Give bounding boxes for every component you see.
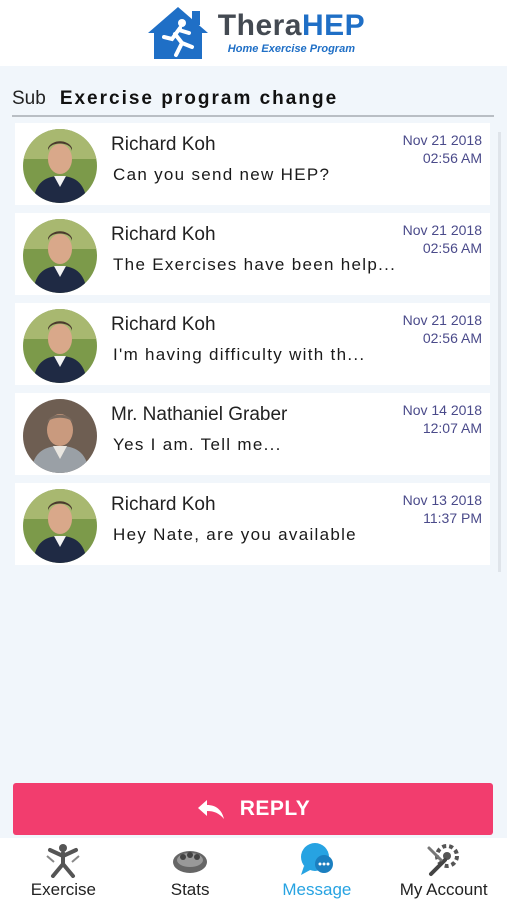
logo-wordmark: TheraHEP <box>217 9 366 42</box>
list-item[interactable]: Richard Koh The Exercises have been help… <box>15 213 490 295</box>
message-date: Nov 21 2018 <box>402 222 482 238</box>
message-time: 02:56 AM <box>422 240 482 256</box>
tab-my-account[interactable]: My Account <box>380 838 507 900</box>
reply-button[interactable]: REPLY <box>13 783 493 835</box>
sender-name: Mr. Nathaniel Graber <box>111 404 288 425</box>
message-preview: Hey Nate, are you available <box>113 525 357 544</box>
message-date: Nov 21 2018 <box>402 132 482 148</box>
logo-subtitle: Home Exercise Program <box>227 43 355 55</box>
message-subject: Sub Exercise program change <box>12 83 494 117</box>
reply-arrow-icon <box>197 800 224 819</box>
list-item[interactable]: Richard Koh Can you send new HEP? Nov 21… <box>15 123 490 205</box>
therahep-logo: TheraHEP Home Exercise Program <box>142 3 365 63</box>
tab-exercise[interactable]: Exercise <box>0 838 127 900</box>
message-date: Nov 13 2018 <box>402 492 482 508</box>
avatar <box>23 399 97 473</box>
subject-label: Sub <box>12 88 46 109</box>
message-preview: Can you send new HEP? <box>113 165 331 184</box>
tab-label: My Account <box>399 880 488 899</box>
message-time: 02:56 AM <box>422 330 482 346</box>
avatar <box>23 219 97 293</box>
tools-icon <box>427 844 459 876</box>
message-icon <box>300 843 333 875</box>
bottom-nav: Exercise Stats Message My Account <box>0 838 507 900</box>
stats-icon <box>173 851 208 873</box>
tab-label: Stats <box>170 880 210 899</box>
reply-label: REPLY <box>239 797 311 820</box>
sender-name: Richard Koh <box>111 494 216 515</box>
app-header: TheraHEP Home Exercise Program <box>0 0 507 66</box>
message-time: 12:07 AM <box>422 420 482 436</box>
message-preview: I'm having difficulty with th... <box>113 345 366 364</box>
message-date: Nov 14 2018 <box>402 402 482 418</box>
sender-name: Richard Koh <box>111 224 216 245</box>
avatar <box>23 309 97 383</box>
list-item[interactable]: Mr. Nathaniel Graber Yes I am. Tell me..… <box>15 393 490 475</box>
list-item[interactable]: Richard Koh I'm having difficulty with t… <box>15 303 490 385</box>
message-date: Nov 21 2018 <box>402 312 482 328</box>
tab-message[interactable]: Message <box>254 838 381 900</box>
tab-stats[interactable]: Stats <box>127 838 254 900</box>
tab-label: Exercise <box>30 880 96 899</box>
avatar <box>23 489 97 563</box>
subject-text: Exercise program change <box>59 88 339 109</box>
message-list: Richard Koh Can you send new HEP? Nov 21… <box>15 123 490 573</box>
list-item[interactable]: Richard Koh Hey Nate, are you available … <box>15 483 490 565</box>
house-runner-logo-icon <box>147 7 208 59</box>
message-time: 02:56 AM <box>422 150 482 166</box>
message-time: 11:37 PM <box>423 510 482 526</box>
scrollbar[interactable] <box>498 132 501 572</box>
message-preview: Yes I am. Tell me... <box>113 435 282 454</box>
exercise-icon <box>46 844 81 878</box>
sender-name: Richard Koh <box>111 134 216 155</box>
tab-label: Message <box>282 880 352 899</box>
sender-name: Richard Koh <box>111 314 216 335</box>
avatar <box>23 129 97 203</box>
message-preview: The Exercises have been help... <box>113 255 397 274</box>
